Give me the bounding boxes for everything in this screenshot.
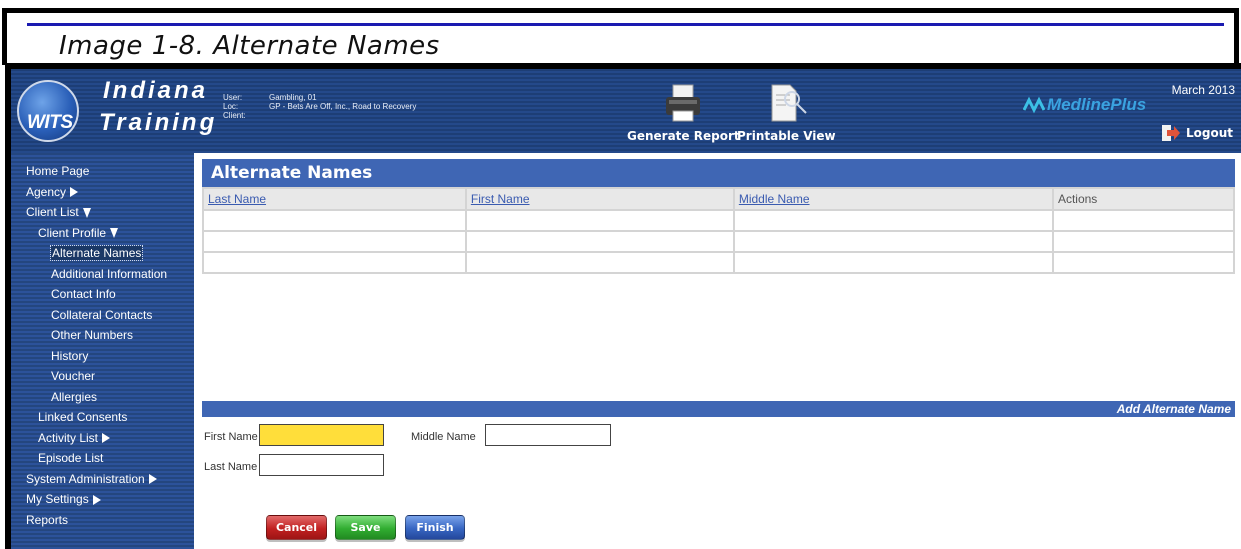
loc-value: GP - Bets Are Off, Inc., Road to Recover…	[269, 102, 417, 111]
printer-icon	[666, 84, 701, 122]
header-date: March 2013	[1171, 83, 1235, 97]
sidebar-item-contact-info[interactable]: Contact Info	[11, 284, 194, 305]
sidebar-item-reports[interactable]: Reports	[11, 510, 194, 531]
table-cell	[466, 211, 733, 230]
sidebar: Home Page Agency Client List Client Prof…	[11, 153, 194, 549]
save-button[interactable]: Save	[335, 515, 396, 540]
expand-right-icon	[92, 494, 101, 505]
table-cell	[466, 253, 733, 272]
client-label: Client:	[223, 111, 246, 120]
table-cell	[466, 232, 733, 251]
last-name-label: Last Name	[204, 461, 258, 473]
expand-down-icon	[82, 207, 91, 218]
generate-report-button[interactable]: Generate Report	[627, 83, 740, 143]
table-cell	[1053, 232, 1233, 251]
sidebar-item-my-settings[interactable]: My Settings	[11, 489, 194, 510]
sidebar-item-collateral-contacts[interactable]: Collateral Contacts	[11, 305, 194, 326]
last-name-input[interactable]	[259, 454, 384, 476]
table-cell	[1053, 211, 1233, 230]
table-row	[204, 232, 1233, 251]
column-header-middle-name[interactable]: Middle Name	[734, 189, 1052, 209]
caption-frame: Image 1-8. Alternate Names	[2, 8, 1239, 67]
sidebar-item-home-page[interactable]: Home Page	[11, 161, 194, 182]
table-cell	[204, 211, 465, 230]
table-cell	[734, 211, 1052, 230]
main-content: Alternate Names Last Name First Name Mid…	[194, 153, 1241, 549]
sidebar-item-voucher[interactable]: Voucher	[11, 366, 194, 387]
table-cell	[734, 232, 1052, 251]
printable-view-button[interactable]: Printable View	[737, 83, 836, 143]
link-underline	[1116, 417, 1231, 418]
sidebar-item-agency[interactable]: Agency	[11, 182, 194, 203]
page-title: Alternate Names	[202, 159, 1235, 187]
column-header-last-name[interactable]: Last Name	[204, 189, 465, 209]
middle-name-label: Middle Name	[411, 431, 476, 443]
table-cell	[1053, 253, 1233, 272]
add-alternate-name-bar	[202, 401, 1235, 417]
document-magnifier-icon	[771, 84, 808, 122]
table-row	[204, 253, 1233, 272]
loc-label: Loc:	[223, 102, 239, 111]
medlineplus-link[interactable]: MedlinePlus	[1023, 95, 1146, 115]
middle-name-input[interactable]	[485, 424, 611, 446]
medline-icon	[1023, 96, 1045, 114]
wits-logo: WITS	[17, 80, 79, 142]
printable-view-label: Printable View	[737, 129, 836, 143]
column-header-first-name[interactable]: First Name	[466, 189, 733, 209]
table-cell	[204, 232, 465, 251]
caption: Image 1-8. Alternate Names	[59, 31, 440, 61]
brand-line2: Training	[99, 109, 218, 136]
add-alternate-name-link[interactable]: Add Alternate Name	[1116, 401, 1231, 418]
medlineplus-label: MedlinePlus	[1047, 95, 1147, 114]
sidebar-item-client-list[interactable]: Client List	[11, 202, 194, 223]
sidebar-item-alternate-names[interactable]: Alternate Names	[11, 243, 194, 264]
logout-button[interactable]: Logout	[1161, 124, 1233, 142]
user-value: Gambling, 01	[269, 93, 317, 102]
table-row	[204, 211, 1233, 230]
expand-right-icon	[148, 474, 157, 485]
sidebar-item-history[interactable]: History	[11, 346, 194, 367]
add-alternate-name-label: Add Alternate Name	[1116, 402, 1231, 416]
sidebar-item-episode-list[interactable]: Episode List	[11, 448, 194, 469]
sidebar-item-activity-list[interactable]: Activity List	[11, 428, 194, 449]
logout-label: Logout	[1185, 126, 1233, 140]
table-cell	[204, 253, 465, 272]
expand-down-icon	[110, 228, 119, 239]
brand-line1: Indiana	[103, 77, 209, 104]
expand-right-icon	[70, 187, 79, 198]
sidebar-item-other-numbers[interactable]: Other Numbers	[11, 325, 194, 346]
finish-button[interactable]: Finish	[405, 515, 465, 540]
context-info: User: Gambling, 01 Loc: GP - Bets Are Off,…	[223, 93, 416, 120]
alternate-names-table: Last Name First Name Middle Name Actions	[202, 187, 1235, 274]
expand-right-icon	[102, 433, 111, 444]
first-name-label: First Name	[204, 431, 258, 443]
caption-rule-top	[27, 23, 1224, 26]
column-header-actions: Actions	[1053, 189, 1233, 209]
sidebar-item-system-administration[interactable]: System Administration	[11, 469, 194, 490]
sidebar-item-client-profile[interactable]: Client Profile	[11, 223, 194, 244]
header: WITS Indiana Training User: Gambling, 01 …	[11, 69, 1241, 153]
table-cell	[734, 253, 1052, 272]
user-label: User:	[223, 93, 243, 102]
generate-report-label: Generate Report	[627, 129, 740, 143]
sidebar-item-additional-information[interactable]: Additional Information	[11, 264, 194, 285]
sidebar-item-allergies[interactable]: Allergies	[11, 387, 194, 408]
sidebar-item-linked-consents[interactable]: Linked Consents	[11, 407, 194, 428]
wits-logo-text: WITS	[27, 112, 73, 133]
cancel-button[interactable]: Cancel	[266, 515, 327, 540]
app-window: WITS Indiana Training User: Gambling, 01 …	[5, 63, 1241, 549]
logout-icon	[1161, 124, 1181, 142]
first-name-input[interactable]	[259, 424, 384, 446]
